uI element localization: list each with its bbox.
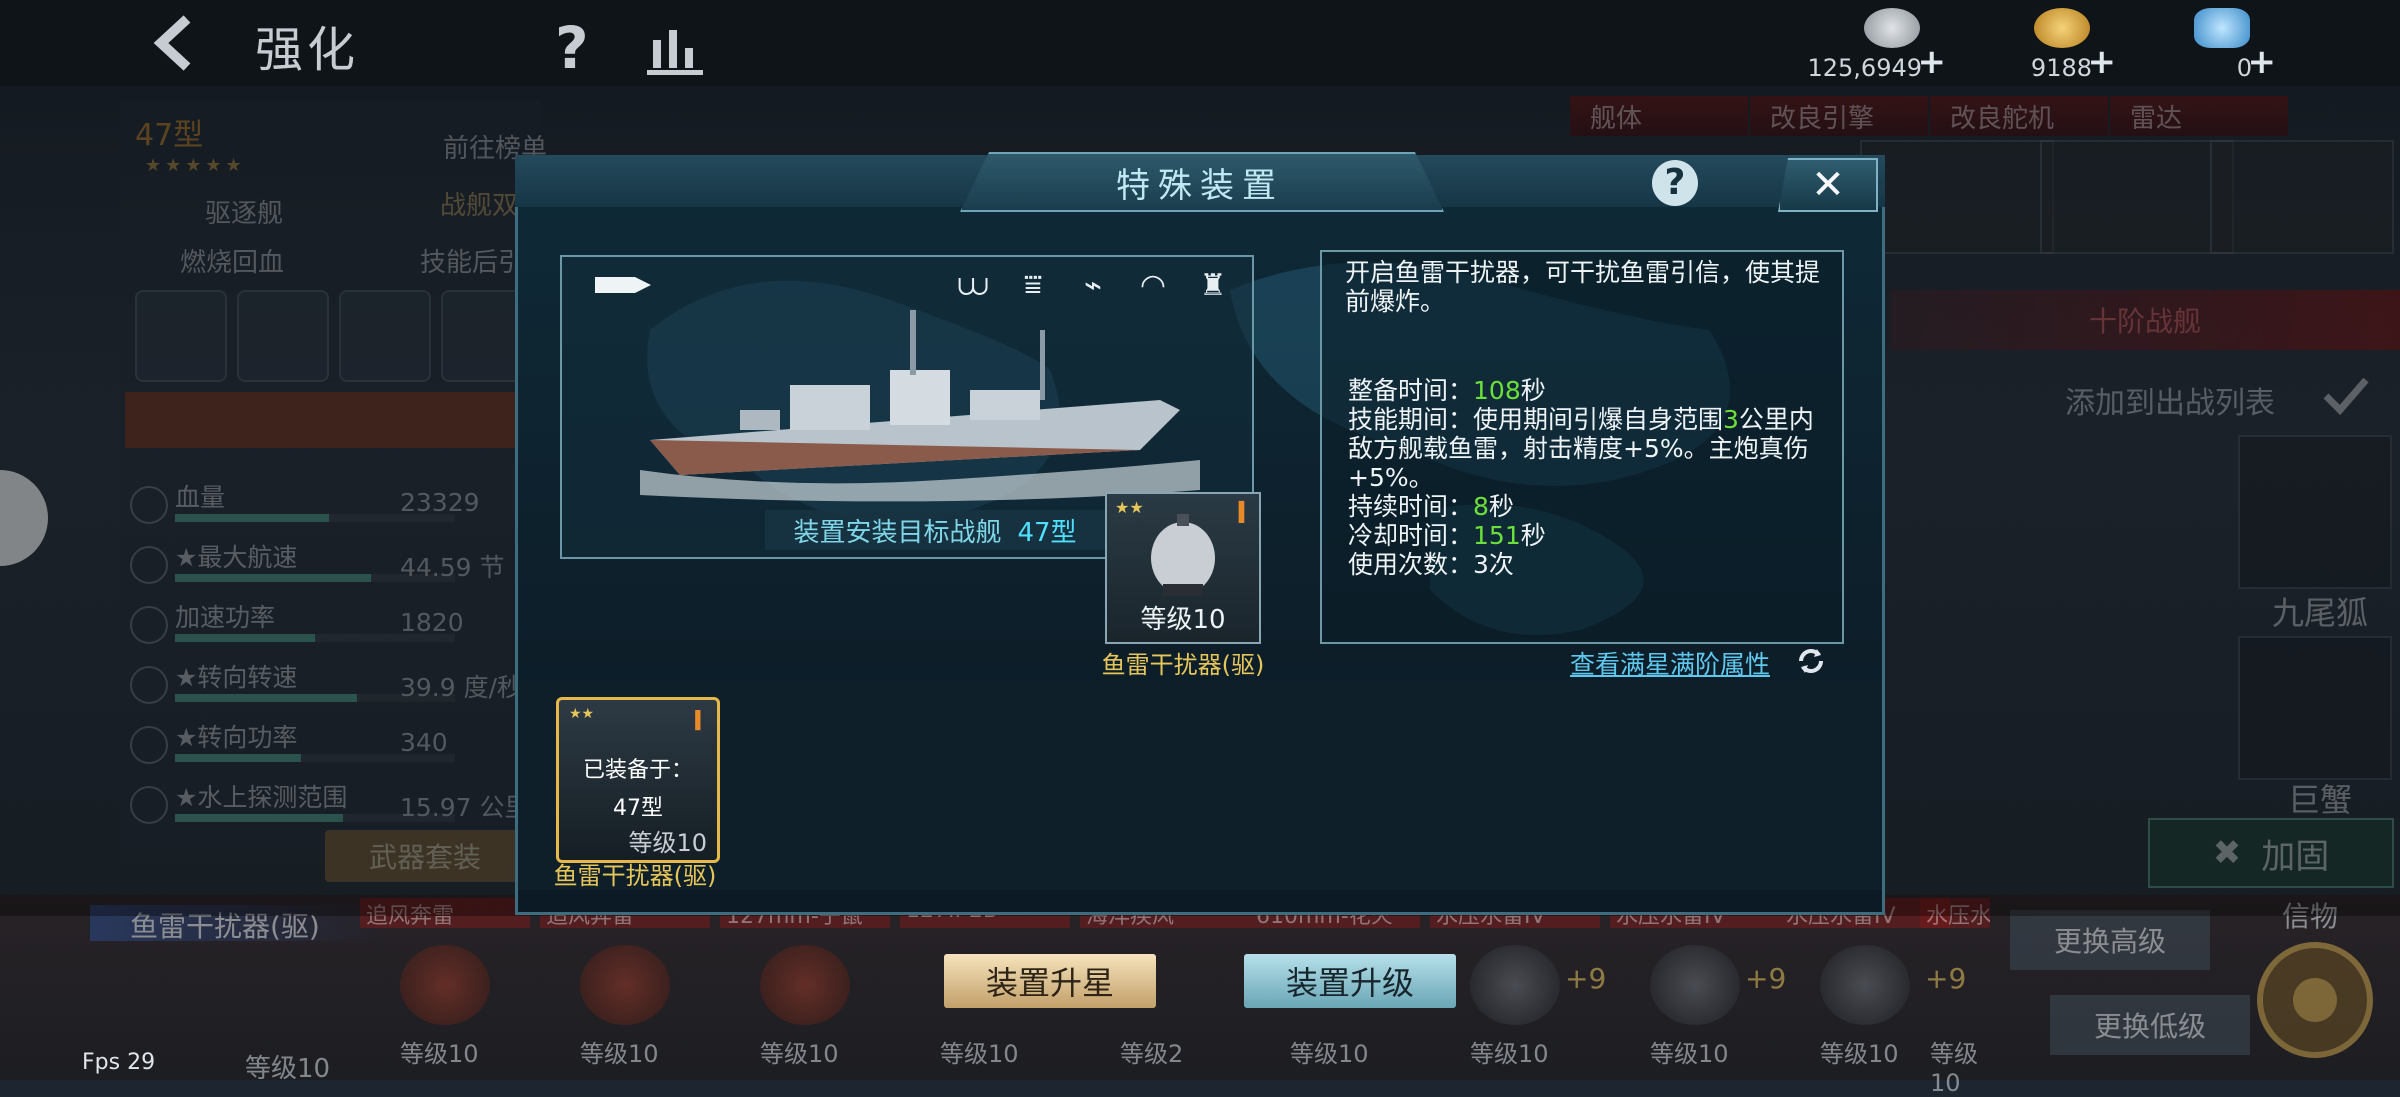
mine-icon [1470,945,1560,1025]
silver-currency[interactable]: 125,6949 + [1807,6,1950,82]
close-button[interactable]: ✕ [1778,158,1878,212]
gun-turret-icon [760,945,850,1025]
current-equipment-level: 等级10 [245,1054,331,1084]
equipped-on-label: 已装备于： [582,758,693,783]
swap-lower-button[interactable]: 更换低级 [2050,995,2250,1055]
slot-level: 等级10 [580,1040,659,1068]
device-description: 开启鱼雷干扰器，可干扰鱼雷引信，使其提前爆炸。 [1345,258,1821,316]
skill-effect-row: 技能期间：使用期间引爆自身范围3公里内敌方舰载鱼雷，射击精度+5%。主炮真伤+5… [1348,405,1814,492]
prep-time-row: 整备时间：108秒 [1348,376,1546,405]
inventory-item-name: 鱼雷干扰器(驱) [553,862,717,890]
mine-icon [1650,945,1740,1025]
gold-value: 9188 [2030,54,2092,82]
slot-level: 等级10 [1290,1040,1369,1068]
slot-level: 等级10 [760,1040,839,1068]
equipment-slot[interactable]: 追风奔雷 等级10 [360,898,530,1080]
dialog-title: 特殊装置 [1116,166,1284,206]
slot-level: 等级10 [1650,1040,1729,1068]
slot-level: 等级10 [940,1040,1019,1068]
upgrade-badge: +9 [1925,962,1967,995]
equipment-slot[interactable]: 追风奔雷 等级10 [540,898,710,1080]
device-card[interactable]: ★★ I 等级10 [1105,492,1261,644]
diamond-icon [2194,8,2250,48]
install-target-label: 装置安装目标战舰 47型 [765,510,1105,550]
slot-level: 等级10 [1930,1040,1978,1097]
upgrade-badge: +9 [1745,962,1787,995]
device-level: 等级10 [1140,605,1226,635]
uses-row: 使用次数：3次 [1348,550,1514,579]
silver-coins-icon [1864,8,1920,48]
special-device-slot-icon: ♜ [1199,268,1227,303]
back-button[interactable] [130,10,220,76]
upgrade-badge: +9 [1565,962,1607,995]
mine-icon [1820,945,1910,1025]
item-stars: ★★ [569,706,595,722]
install-target-text: 装置安装目标战舰 [793,517,1002,548]
diamond-currency[interactable]: 0 + [2140,6,2280,82]
device-stats: 整备时间：108秒 技能期间：使用期间引爆自身范围3公里内敌方舰载鱼雷，射击精度… [1348,376,1828,579]
compass-medal-icon[interactable] [2240,930,2390,1070]
help-button[interactable]: ? [1652,160,1698,206]
equipment-slot[interactable]: 127mm-子鼠 等级10 [720,898,890,1080]
slot-level: 等级10 [1820,1040,1899,1068]
gold-coins-icon [2034,8,2090,48]
device-stars: ★★ [1115,498,1144,517]
cooldown-row: 冷却时间：151秒 [1348,521,1546,550]
install-target-ship: 47型 [1017,517,1077,548]
help-icon[interactable]: ? [555,14,589,82]
gold-currency[interactable]: 9188 + [1980,6,2120,82]
device-rank: I [1235,496,1247,531]
add-silver-button[interactable]: + [1918,42,1947,82]
torpedo-jammer-icon [1151,514,1215,596]
add-diamond-button[interactable]: + [2248,42,2277,82]
view-max-attributes-link[interactable]: 查看满星满阶属性 [1570,645,1770,681]
slot-level: 等级10 [1470,1040,1549,1068]
device-name: 鱼雷干扰器(驱) [1101,651,1265,679]
bar-chart-icon[interactable] [645,20,705,76]
equipment-slot[interactable]: 水压水雷IV等级10 [1610,898,1780,1080]
equipped-ship: 47型 [613,796,663,821]
gun-turret-icon [400,945,490,1025]
destroyer-ship-image [640,310,1200,502]
item-level: 等级10 [628,829,707,857]
slot-level: 等级10 [400,1040,479,1068]
duration-row: 持续时间：8秒 [1348,492,1514,521]
gun-turret-icon [580,945,670,1025]
chevron-left-icon [153,15,191,71]
inventory-item[interactable]: ★★ I 已装备于： 47型 等级10 [556,697,720,863]
equipment-slot[interactable]: 水压水雷IV等级10 [1920,898,1990,1097]
slot-level: 等级2 [1120,1040,1184,1068]
swap-higher-button[interactable]: 更换高级 [2010,910,2210,970]
device-star-up-button[interactable]: 装置升星 [944,954,1156,1008]
device-level-up-button[interactable]: 装置升级 [1244,954,1456,1008]
silver-value: 125,6949 [1807,54,1922,82]
page-title: 强化 [255,22,360,78]
add-gold-button[interactable]: + [2088,42,2117,82]
refresh-icon[interactable] [1795,645,1827,677]
item-rank: I [692,704,703,737]
fps-counter: Fps 29 [82,1050,156,1075]
